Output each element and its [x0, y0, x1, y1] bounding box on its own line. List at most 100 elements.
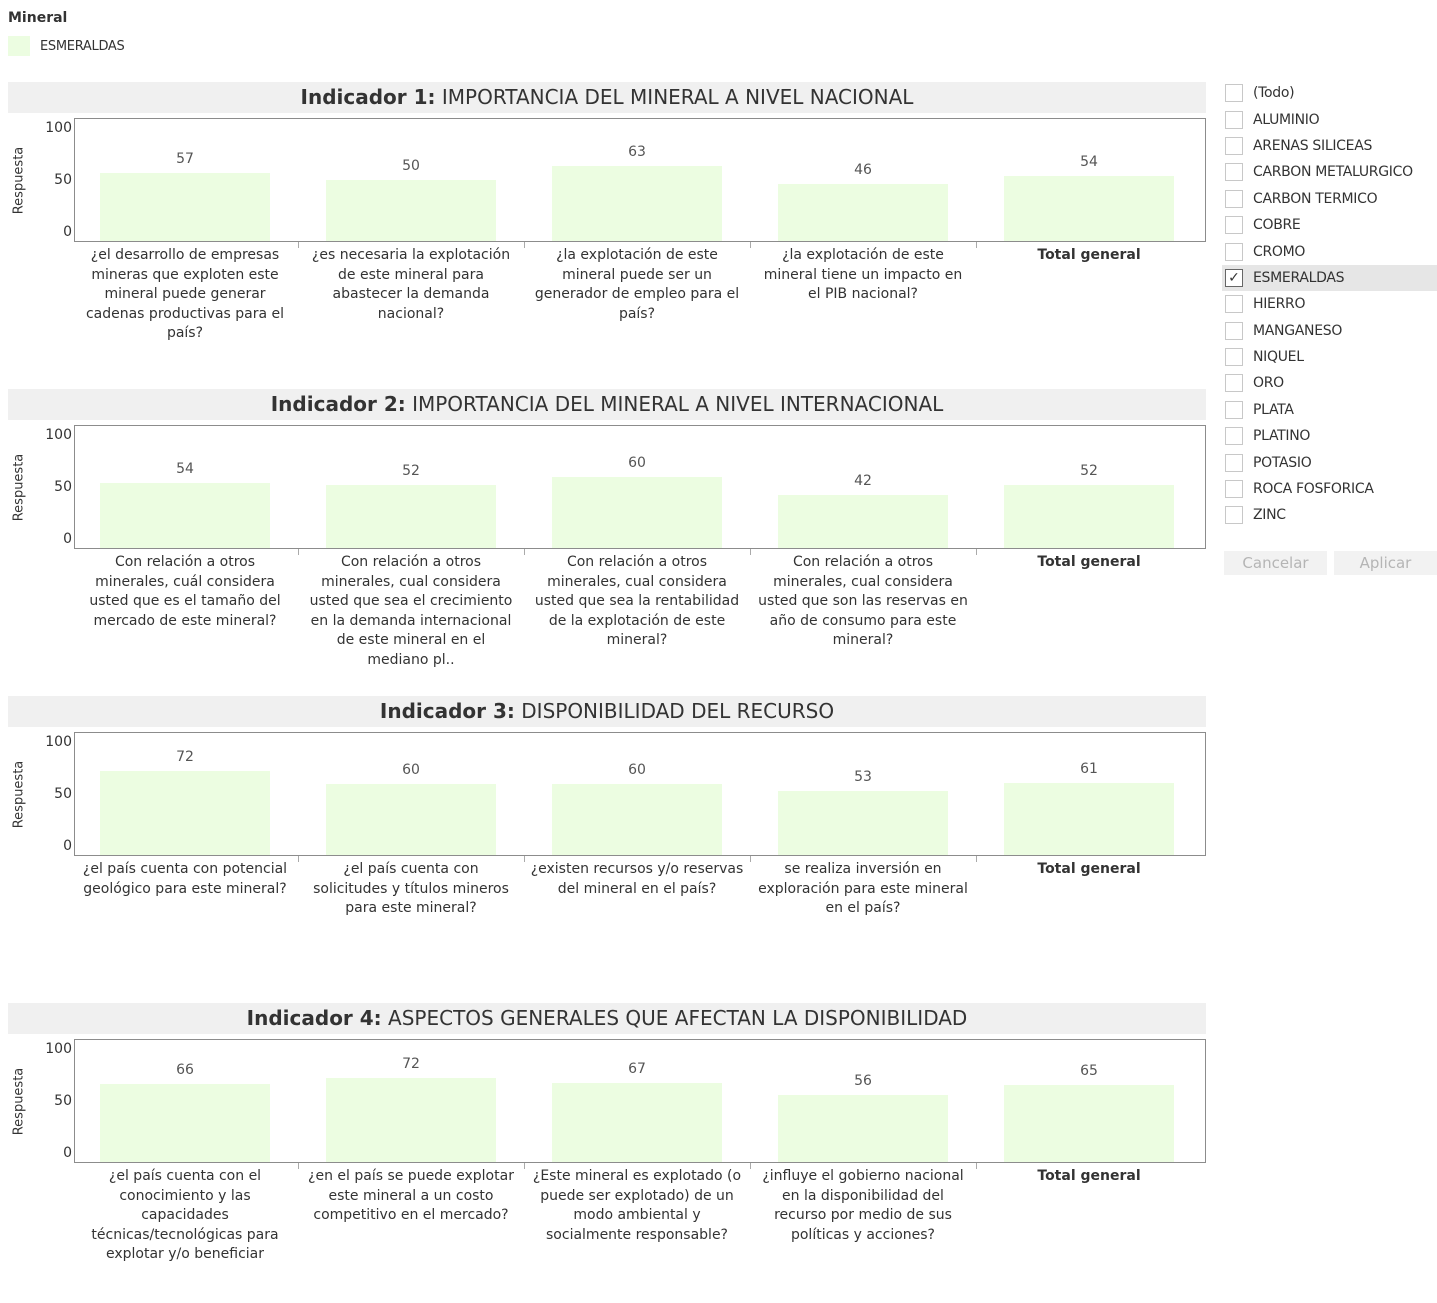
- filter-option-esmeraldas[interactable]: ✓ ESMERALDAS: [1222, 265, 1437, 291]
- y-axis-label: Respuesta: [8, 425, 30, 549]
- category-separator: [524, 549, 525, 555]
- filter-option-roca-fosforica[interactable]: ROCA FOSFORICA: [1222, 476, 1437, 502]
- indicator-panel-2: Indicador 2: IMPORTANCIA DEL MINERAL A N…: [8, 389, 1208, 689]
- filter-option-label: ARENAS SILICEAS: [1253, 138, 1373, 154]
- bar[interactable]: [552, 476, 722, 548]
- cancel-button[interactable]: Cancelar: [1224, 551, 1327, 575]
- bar[interactable]: [552, 1083, 722, 1162]
- checkbox[interactable]: [1225, 454, 1243, 472]
- checkbox[interactable]: [1225, 84, 1243, 102]
- category-label: Total general: [1037, 861, 1141, 877]
- category-label: ¿influye el gobierno nacional en la disp…: [762, 1168, 964, 1243]
- filter-option-label: PLATA: [1253, 402, 1294, 418]
- y-tick-label: 100: [45, 734, 72, 750]
- filter-option-label: MANGANESO: [1253, 323, 1343, 339]
- filter-option-plata[interactable]: PLATA: [1222, 397, 1437, 423]
- filter-option-arenas-siliceas[interactable]: ARENAS SILICEAS: [1222, 133, 1437, 159]
- bar-value-label: 66: [176, 1062, 194, 1079]
- bar[interactable]: [326, 1078, 496, 1162]
- bar[interactable]: [326, 484, 496, 548]
- category-separator: [976, 1163, 977, 1169]
- bar[interactable]: [778, 1094, 948, 1162]
- bar-value-label: 72: [176, 749, 194, 766]
- panel-title-bold: Indicador 1:: [300, 85, 436, 109]
- category-label: ¿Este mineral es explotado (o puede ser …: [532, 1168, 742, 1243]
- category-separator: [524, 856, 525, 862]
- bar[interactable]: [100, 482, 270, 548]
- checkbox[interactable]: [1225, 295, 1243, 313]
- bar[interactable]: [326, 783, 496, 855]
- filter-option-carbon-termico[interactable]: CARBON TERMICO: [1222, 186, 1437, 212]
- checkbox[interactable]: [1225, 374, 1243, 392]
- filter-option-niquel[interactable]: NIQUEL: [1222, 344, 1437, 370]
- y-tick-label: 0: [63, 531, 72, 547]
- filter-option-cromo[interactable]: CROMO: [1222, 239, 1437, 265]
- bar[interactable]: [1004, 175, 1174, 241]
- filter-option-aluminio[interactable]: ALUMINIO: [1222, 107, 1437, 133]
- bar[interactable]: [552, 783, 722, 855]
- bar[interactable]: [100, 172, 270, 241]
- bar[interactable]: [326, 180, 496, 241]
- filter-option-zinc[interactable]: ZINC: [1222, 502, 1437, 528]
- checkbox[interactable]: [1225, 322, 1243, 340]
- bar-value-label: 52: [1080, 462, 1098, 479]
- bar[interactable]: [100, 1084, 270, 1162]
- category-label: ¿el desarrollo de empresas mineras que e…: [85, 247, 285, 341]
- filter-option-platino[interactable]: PLATINO: [1222, 423, 1437, 449]
- category-label: ¿el país cuenta con potencial geológico …: [82, 861, 288, 897]
- checkbox[interactable]: [1225, 190, 1243, 208]
- bar[interactable]: [1004, 484, 1174, 548]
- bar-value-label: 54: [1080, 153, 1098, 170]
- bar-value-label: 60: [402, 761, 420, 778]
- checkbox[interactable]: [1225, 506, 1243, 524]
- checkbox[interactable]: [1225, 111, 1243, 129]
- checkbox[interactable]: [1225, 137, 1243, 155]
- filter-option-manganeso[interactable]: MANGANESO: [1222, 318, 1437, 344]
- bar[interactable]: [552, 166, 722, 241]
- y-tick-label: 50: [54, 1093, 72, 1109]
- category-separator: [524, 1163, 525, 1169]
- bar-value-label: 60: [628, 761, 646, 778]
- y-tick-label: 100: [45, 1041, 72, 1057]
- legend-item-esmeraldas[interactable]: ESMERALDAS: [8, 36, 125, 56]
- checkbox[interactable]: ✓: [1225, 269, 1243, 287]
- bar[interactable]: [1004, 1085, 1174, 1162]
- filter-option-oro[interactable]: ORO: [1222, 370, 1437, 396]
- category-separator: [298, 856, 299, 862]
- bar[interactable]: [778, 184, 948, 241]
- checkbox[interactable]: [1225, 163, 1243, 181]
- category-separator: [750, 856, 751, 862]
- y-tick-label: 0: [63, 1145, 72, 1161]
- bar[interactable]: [778, 495, 948, 548]
- y-tick-label: 50: [54, 479, 72, 495]
- bar-value-label: 42: [854, 473, 872, 490]
- y-axis-label-text: Respuesta: [11, 453, 27, 521]
- apply-button[interactable]: Aplicar: [1334, 551, 1437, 575]
- checkbox[interactable]: [1225, 480, 1243, 498]
- filter-option-potasio[interactable]: POTASIO: [1222, 450, 1437, 476]
- category-separator: [298, 242, 299, 248]
- filter-option-label: ESMERALDAS: [1253, 270, 1345, 286]
- panel-title-bold: Indicador 3:: [379, 699, 515, 723]
- bar-value-label: 53: [854, 768, 872, 785]
- checkbox[interactable]: [1225, 348, 1243, 366]
- filter-option-label: POTASIO: [1253, 455, 1312, 471]
- indicator-panel-3: Indicador 3: DISPONIBILIDAD DEL RECURSO R…: [8, 696, 1208, 996]
- bar[interactable]: [1004, 782, 1174, 855]
- category-label: Con relación a otros minerales, cuál con…: [89, 554, 281, 629]
- bar[interactable]: [100, 771, 270, 855]
- checkbox[interactable]: [1225, 243, 1243, 261]
- checkbox[interactable]: [1225, 216, 1243, 234]
- category-label: Total general: [1037, 247, 1141, 263]
- bar[interactable]: [778, 790, 948, 855]
- y-axis-label-text: Respuesta: [11, 760, 27, 828]
- checkbox[interactable]: [1225, 427, 1243, 445]
- filter-option-cobre[interactable]: COBRE: [1222, 212, 1437, 238]
- panel-title-text: ASPECTOS GENERALES QUE AFECTAN LA DISPON…: [381, 1006, 968, 1030]
- filter-option-carbon-metalurgico[interactable]: CARBON METALURGICO: [1222, 159, 1437, 185]
- y-axis-label-text: Respuesta: [11, 1067, 27, 1135]
- filter-option-todo[interactable]: (Todo): [1222, 80, 1437, 106]
- filter-option-hierro[interactable]: HIERRO: [1222, 291, 1437, 317]
- checkbox[interactable]: [1225, 401, 1243, 419]
- panel-title-bold: Indicador 4:: [246, 1006, 382, 1030]
